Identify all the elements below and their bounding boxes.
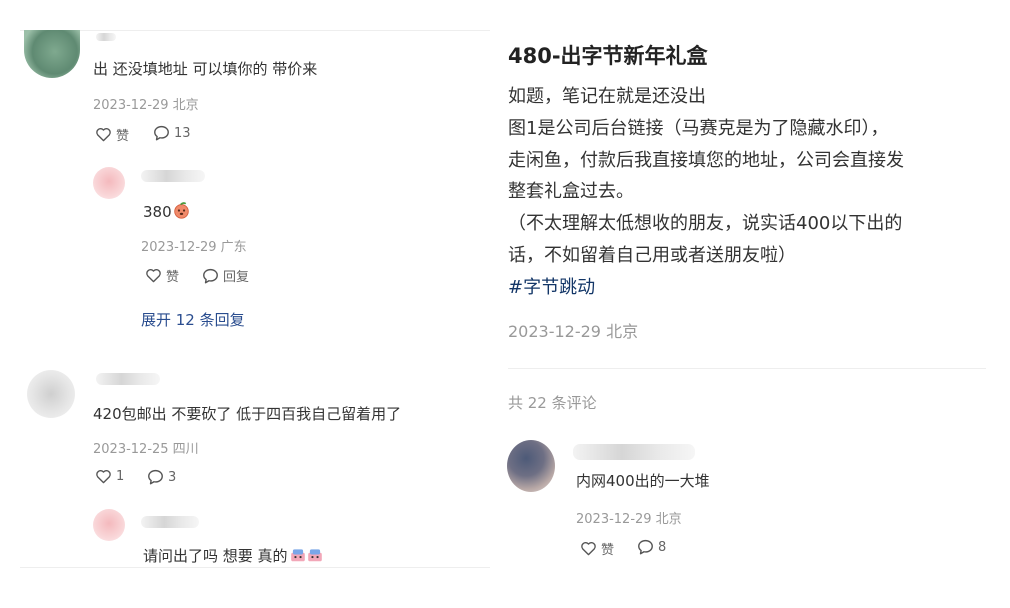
comment-text: 出 还没填地址 可以填你的 带价来: [93, 60, 318, 78]
divider: [508, 368, 986, 369]
post-body-line: 图1是公司后台链接（马赛克是为了隐藏水印），: [508, 118, 889, 139]
comment-text: 内网400出的一大堆: [576, 472, 710, 490]
like-count: 1: [116, 469, 125, 484]
comment-meta: 2023-12-29 北京: [93, 98, 199, 113]
like-label: 赞: [601, 543, 615, 558]
heart-icon: [581, 542, 596, 556]
post-body-line: （不太理解太低想收的朋友，说实话400以下出的: [508, 213, 903, 234]
post-body-line: 如题，笔记在就是还没出: [508, 86, 706, 107]
emoji-icon: [306, 546, 322, 562]
username-blurred[interactable]: [573, 444, 695, 460]
post-meta: 2023-12-29 北京: [508, 322, 639, 341]
reply-button[interactable]: 13: [153, 125, 191, 141]
heart-icon: [96, 128, 111, 142]
avatar[interactable]: [27, 370, 75, 418]
reply-text: 380: [143, 202, 189, 221]
avatar[interactable]: [93, 167, 125, 199]
avatar[interactable]: [507, 440, 555, 492]
reply-meta: 2023-12-29 广东: [141, 240, 247, 255]
comment-meta: 2023-12-29 北京: [576, 512, 682, 527]
reply-text-content: 380: [143, 203, 172, 221]
comment-icon: [638, 539, 653, 555]
comment-icon: [203, 268, 218, 283]
comment-text: 420包邮出 不要砍了 低于四百我自己留着用了: [93, 405, 402, 423]
reply-text-content: 请问出了吗 想要 真的: [143, 547, 288, 565]
like-button[interactable]: 赞: [145, 266, 179, 285]
expand-replies-link[interactable]: 展开 12 条回复: [141, 309, 245, 330]
comment-count: 共 22 条评论: [508, 394, 597, 412]
hashtag-link[interactable]: #字节跳动: [508, 273, 595, 303]
reply-button[interactable]: 8: [637, 539, 666, 555]
username-blurred[interactable]: [96, 33, 116, 41]
post-title: 480-出字节新年礼盒: [508, 44, 708, 68]
comment-icon: [154, 125, 169, 141]
reply-count: 3: [168, 469, 177, 485]
reply-text: 请问出了吗 想要 真的: [143, 545, 322, 566]
divider: [20, 567, 490, 568]
username-blurred[interactable]: [141, 170, 205, 182]
username-blurred[interactable]: [141, 516, 199, 528]
post-body-line: 话，不如留着自己用或者送朋友啦）: [508, 245, 796, 266]
like-button[interactable]: 赞: [580, 539, 614, 558]
reply-count: 13: [174, 125, 191, 141]
like-button[interactable]: 赞: [95, 125, 129, 144]
avatar[interactable]: [24, 30, 80, 78]
username-blurred[interactable]: [96, 373, 160, 385]
like-button[interactable]: 1: [95, 469, 124, 484]
comment-meta: 2023-12-25 四川: [93, 442, 199, 457]
reply-button[interactable]: 3: [147, 469, 176, 485]
reply-count: 8: [658, 539, 667, 555]
heart-icon: [96, 470, 111, 484]
divider: [20, 30, 490, 31]
post-body-line: 整套礼盒过去。: [508, 181, 634, 202]
heart-icon: [146, 269, 161, 283]
reply-label: 回复: [223, 270, 250, 285]
comment-icon: [148, 469, 163, 485]
like-label: 赞: [116, 129, 130, 144]
like-label: 赞: [166, 270, 180, 285]
avatar[interactable]: [93, 509, 125, 541]
post-body-line: 走闲鱼，付款后我直接填您的地址，公司会直接发: [508, 150, 904, 171]
reply-button[interactable]: 回复: [202, 266, 249, 285]
emoji-icon: [289, 546, 305, 562]
peach-face-emoji-icon: [173, 202, 189, 219]
